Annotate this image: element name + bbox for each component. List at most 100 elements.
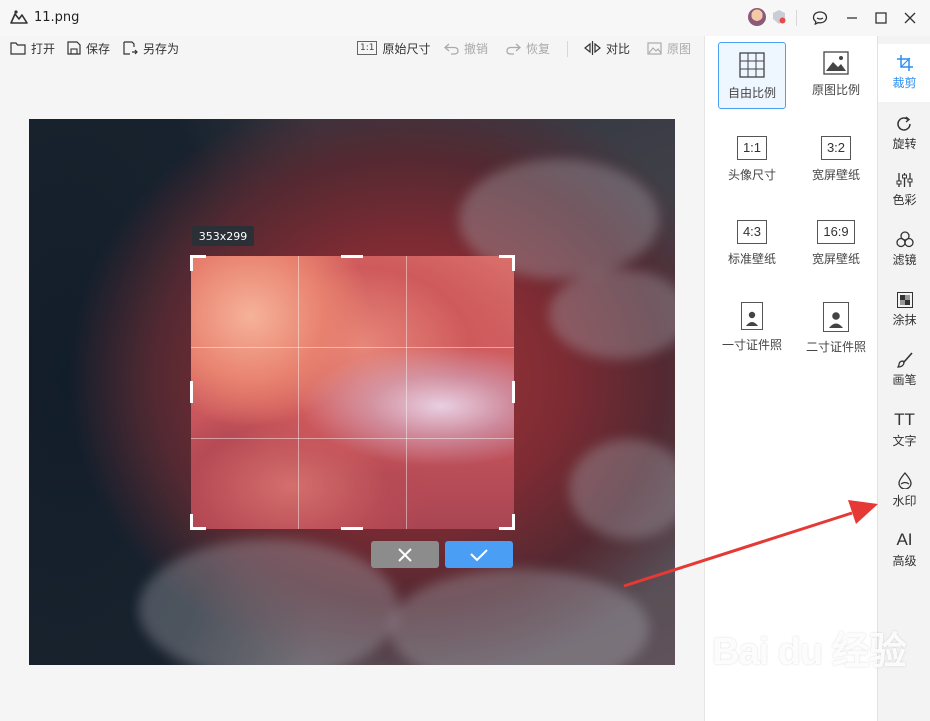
preset-label: 宽屏壁纸 (811, 252, 860, 266)
minimize-button[interactable] (840, 6, 864, 30)
rotate-icon (897, 116, 911, 131)
undo-label: 撤销 (464, 41, 489, 56)
open-button[interactable]: 打开 (10, 38, 55, 58)
tool-label: 文字 (892, 434, 917, 448)
ratio-3-2-icon: 3:2 (820, 136, 852, 160)
id-photo-icon (741, 302, 763, 330)
crop-handle-top-right[interactable] (499, 255, 515, 271)
tool-label: 色彩 (892, 193, 917, 207)
original-image-button[interactable]: 原图 (647, 38, 691, 58)
redo-label: 恢复 (526, 41, 551, 56)
image-icon (802, 51, 870, 75)
maximize-button[interactable] (869, 6, 893, 30)
tool-label: 滤镜 (892, 252, 917, 267)
tool-label: 涂抹 (892, 313, 917, 327)
tool-watermark[interactable]: 水印 (878, 461, 930, 519)
save-as-icon (123, 41, 138, 55)
tool-label: 旋转 (892, 137, 917, 151)
preset-label: 自由比例 (727, 86, 776, 100)
crop-handle-top-left[interactable] (190, 255, 206, 271)
ratio-1-1-icon: 1:1 (736, 136, 768, 160)
preset-label: 宽屏壁纸 (811, 168, 860, 182)
tool-color[interactable]: 色彩 (878, 161, 930, 219)
redo-icon (506, 43, 521, 55)
preset-1-1[interactable]: 1:1 头像尺寸 (718, 136, 786, 183)
crop-handle-bottom[interactable] (341, 527, 363, 530)
preset-3-2[interactable]: 3:2 宽屏壁纸 (802, 136, 870, 183)
vip-badge-icon[interactable] (771, 9, 787, 28)
ratio-16-9-icon: 16:9 (817, 220, 855, 244)
preset-label: 二寸证件照 (805, 340, 866, 354)
original-size-button[interactable]: 1:1 原始尺寸 (357, 38, 431, 58)
check-icon (470, 548, 488, 561)
crop-handle-top[interactable] (341, 255, 363, 258)
preset-free-ratio[interactable]: 自由比例 (718, 42, 786, 109)
tool-label: 水印 (892, 493, 917, 508)
text-icon: TT (894, 410, 915, 429)
preset-one-inch-id[interactable]: 一寸证件照 (718, 302, 786, 353)
app-logo-icon (10, 9, 28, 28)
watermark-icon (897, 471, 912, 489)
title-bar: 11.png (0, 0, 930, 36)
tool-text[interactable]: TT 文字 (878, 401, 930, 459)
crop-cancel-button[interactable] (371, 541, 439, 568)
compare-label: 对比 (606, 41, 631, 56)
original-size-badge: 1:1 (357, 41, 378, 55)
crop-size-label: 353x299 (192, 226, 254, 246)
sliders-icon (896, 173, 913, 187)
redo-button[interactable]: 恢复 (506, 38, 550, 58)
crop-preset-panel: 自由比例 原图比例 1:1 头像尺寸 3:2 宽屏壁纸 4:3 标准壁纸 16:… (704, 36, 877, 721)
save-as-button[interactable]: 另存为 (123, 38, 179, 58)
crop-confirm-button[interactable] (445, 541, 513, 568)
tool-advanced[interactable]: AI 高级 (878, 521, 930, 579)
feedback-icon[interactable] (808, 6, 832, 30)
crop-handle-bottom-left[interactable] (190, 514, 206, 530)
crop-selection[interactable] (191, 256, 514, 529)
save-label: 保存 (86, 41, 111, 56)
undo-icon (444, 43, 459, 55)
tool-label: 画笔 (892, 373, 917, 387)
tool-brush[interactable]: 画笔 (878, 341, 930, 399)
ai-icon: AI (896, 530, 913, 549)
tool-rotate[interactable]: 旋转 (878, 105, 930, 163)
preset-label: 一寸证件照 (721, 338, 782, 352)
save-as-label: 另存为 (143, 41, 180, 56)
save-icon (67, 41, 81, 55)
preset-16-9[interactable]: 16:9 宽屏壁纸 (802, 220, 870, 267)
tool-smear[interactable]: 涂抹 (878, 281, 930, 339)
open-label: 打开 (31, 41, 56, 56)
save-button[interactable]: 保存 (67, 38, 110, 58)
crop-handle-right[interactable] (512, 381, 515, 403)
brush-icon (896, 352, 913, 368)
compare-button[interactable]: 对比 (584, 38, 630, 58)
tool-filter[interactable]: 滤镜 (878, 220, 930, 278)
window-title: 11.png (34, 10, 80, 25)
crop-handle-bottom-right[interactable] (499, 514, 515, 530)
mosaic-icon (896, 292, 913, 308)
image-icon (647, 41, 662, 55)
tool-label: 高级 (892, 554, 917, 568)
tool-crop[interactable]: 裁剪 (878, 44, 930, 102)
compare-icon (584, 41, 601, 55)
tool-rail: 裁剪 旋转 色彩 滤镜 涂抹 画笔 TT 文字 水印 AI 高级 (877, 36, 930, 721)
undo-button[interactable]: 撤销 (444, 38, 488, 58)
preset-4-3[interactable]: 4:3 标准壁纸 (718, 220, 786, 267)
close-button[interactable] (898, 6, 922, 30)
original-size-label: 原始尺寸 (382, 41, 431, 56)
folder-icon (10, 42, 26, 55)
grid-icon (719, 52, 785, 78)
filter-icon (895, 230, 914, 247)
watermark-main: Bai du 经验 (712, 631, 907, 673)
tool-label: 裁剪 (892, 76, 917, 90)
preset-original-ratio[interactable]: 原图比例 (802, 42, 870, 109)
preset-label: 头像尺寸 (727, 168, 776, 182)
preset-two-inch-id[interactable]: 二寸证件照 (802, 302, 870, 355)
preset-label: 标准壁纸 (727, 252, 776, 266)
baidu-watermark: Bai du 经验 jingyan.baidu.com (712, 620, 907, 689)
ratio-4-3-icon: 4:3 (736, 220, 768, 244)
crop-handle-left[interactable] (190, 381, 193, 403)
id-photo-icon (823, 302, 849, 332)
close-icon (398, 547, 412, 562)
user-avatar[interactable] (748, 8, 766, 26)
preset-label: 原图比例 (811, 83, 860, 97)
